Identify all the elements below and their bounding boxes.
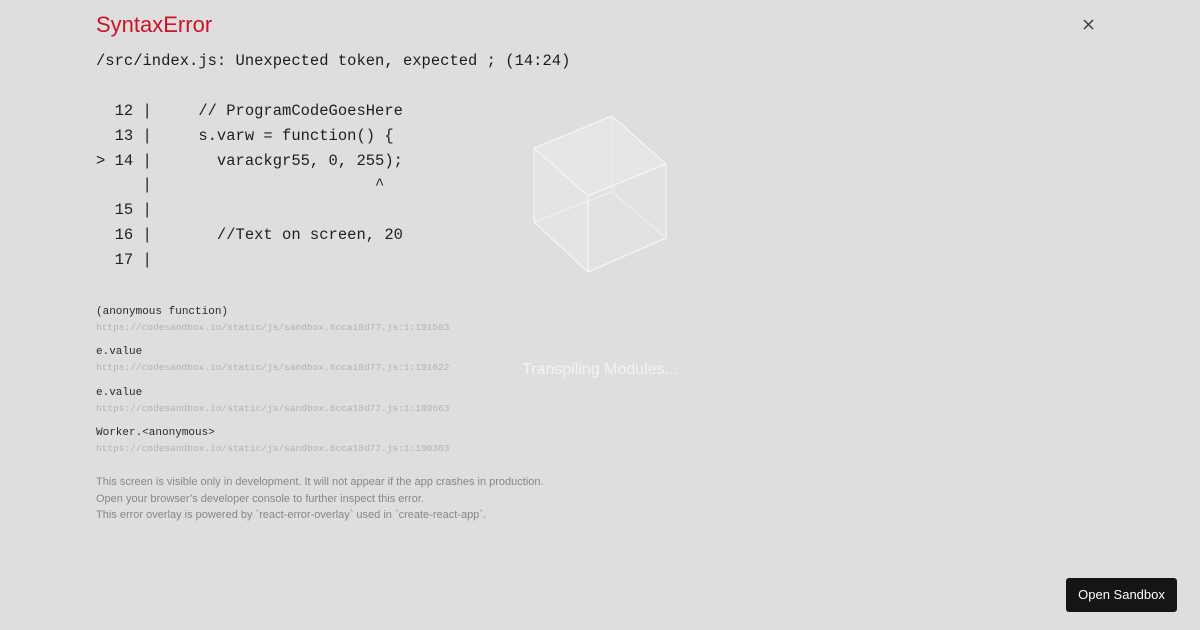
close-icon <box>1083 19 1094 30</box>
footer-notes: This screen is visible only in developme… <box>96 474 544 524</box>
footer-note: This error overlay is powered by `react-… <box>96 509 487 521</box>
error-title: SyntaxError <box>96 12 213 37</box>
error-overlay: SyntaxError /src/index.js: Unexpected to… <box>0 0 1200 630</box>
code-frame: 12 | // ProgramCodeGoesHere 13 | s.varw … <box>96 99 403 273</box>
stack-frame-location-link[interactable]: https://codesandbox.io/static/js/sandbox… <box>96 320 449 336</box>
cube-icon <box>533 115 667 273</box>
stack-trace: (anonymous function) https://codesandbox… <box>96 305 449 466</box>
error-message: /src/index.js: Unexpected token, expecte… <box>96 52 571 70</box>
footer-note: This screen is visible only in developme… <box>96 476 544 488</box>
code-line: 13 | s.varw = function() { <box>96 126 394 145</box>
stack-frame: e.value https://codesandbox.io/static/js… <box>96 345 449 385</box>
code-line: 15 | <box>96 201 152 220</box>
stack-frame-function: Worker.<anonymous> <box>96 426 215 439</box>
stack-frame: (anonymous function) https://codesandbox… <box>96 305 449 345</box>
stack-frame-function: e.value <box>96 346 143 359</box>
loader-text: Transpiling Modules... <box>522 361 678 378</box>
footer-note: Open your browser’s developer console to… <box>96 492 424 505</box>
stack-frame: Worker.<anonymous> https://codesandbox.i… <box>96 426 449 466</box>
code-line: 12 | // ProgramCodeGoesHere <box>96 102 403 120</box>
error-caret-line: | ^ <box>96 176 385 195</box>
stack-frame: e.value https://codesandbox.io/static/js… <box>96 386 449 426</box>
stack-frame-function: (anonymous function) <box>96 306 229 318</box>
open-sandbox-button[interactable]: Open Sandbox <box>1066 578 1177 612</box>
stack-frame-location-link[interactable]: https://codesandbox.io/static/js/sandbox… <box>96 401 449 417</box>
stack-frame-location-link[interactable]: https://codesandbox.io/static/js/sandbox… <box>96 441 449 457</box>
code-line-highlighted: > 14 | varackgr55, 0, 255); <box>96 151 403 170</box>
stack-frame-function: e.value <box>96 386 143 399</box>
stack-frame-location-link[interactable]: https://codesandbox.io/static/js/sandbox… <box>96 360 449 376</box>
code-line: 17 | <box>96 250 152 269</box>
close-button[interactable] <box>1078 14 1099 35</box>
code-line: 16 | //Text on screen, 20 <box>96 225 403 244</box>
